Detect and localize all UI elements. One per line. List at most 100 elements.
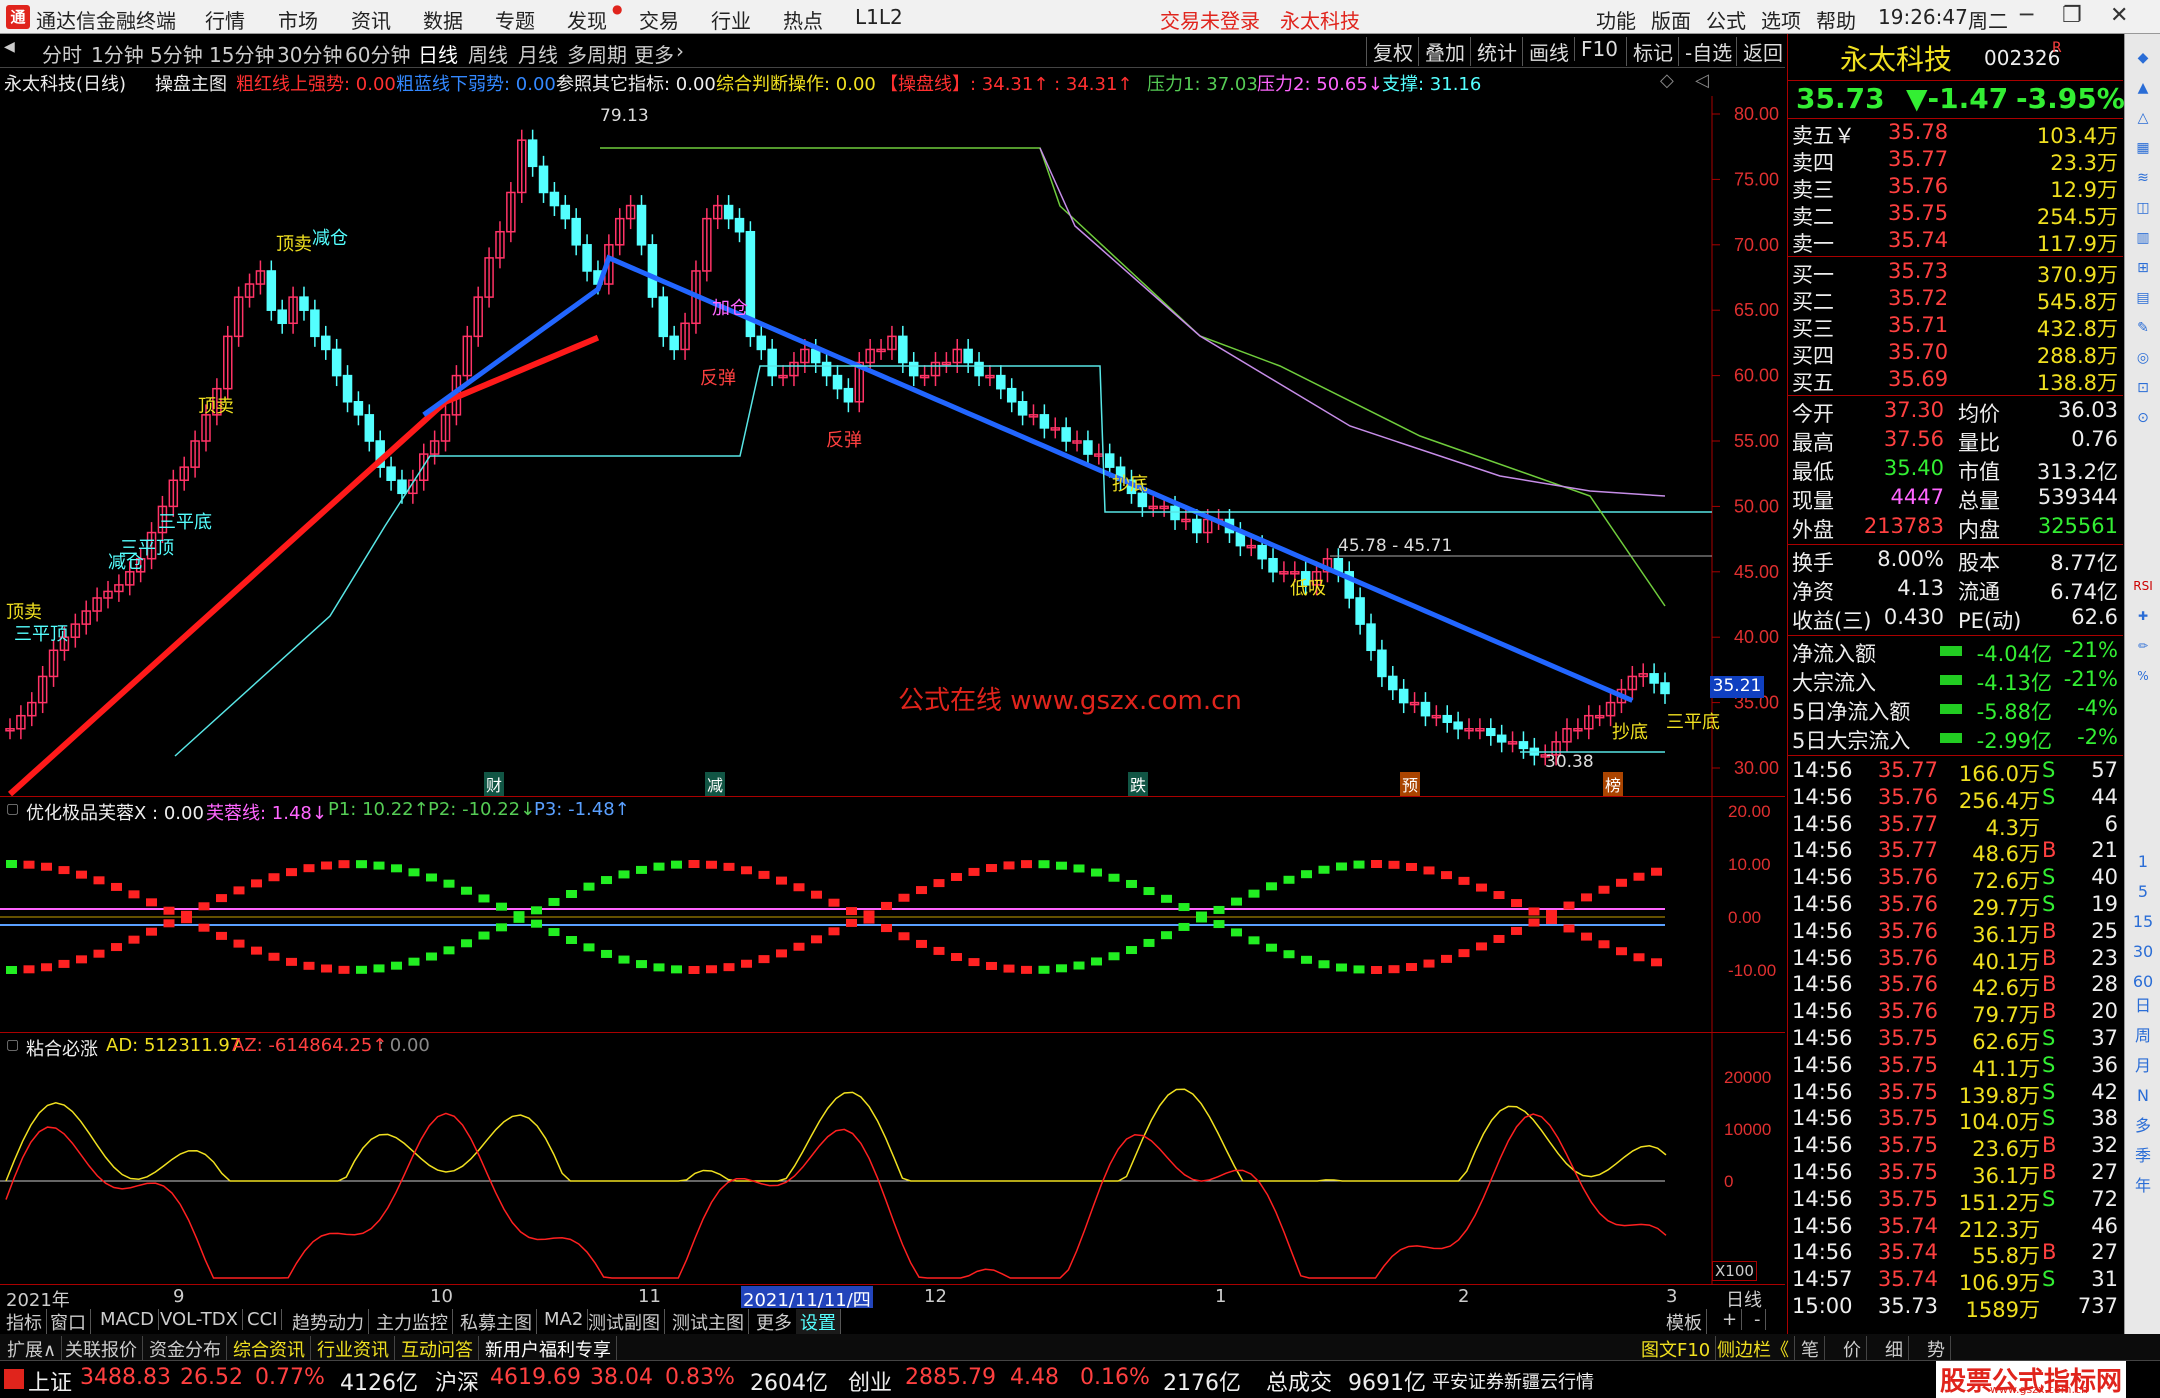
ext-capital[interactable]: 资金分布 (144, 1336, 227, 1362)
side-period-btn[interactable]: 周 (2131, 1024, 2155, 1048)
btn-remove-watch[interactable]: -自选 (1678, 37, 1732, 66)
nianhe-indicator-pane[interactable]: 20000 10000 0 粘合必涨 AD: 512311.97 AZ: -6148… (0, 1032, 1785, 1285)
tab-test-sub[interactable]: 测试副图 (584, 1309, 665, 1335)
menu-discover[interactable]: 发现 (567, 5, 607, 34)
event-marker-jian[interactable]: 减 (705, 772, 726, 796)
tab-more[interactable]: 更多 (752, 1309, 797, 1335)
menu-function[interactable]: 功能 (1596, 5, 1636, 34)
ind2-name[interactable]: 粘合必涨 (26, 1035, 98, 1061)
event-marker-die[interactable]: 跌 (1128, 772, 1149, 796)
tab-period-day[interactable]: 日线 (418, 39, 458, 68)
side-period-num[interactable]: 60 (2131, 970, 2155, 994)
tab-period-60min[interactable]: 60分钟 (345, 39, 410, 68)
ext-xi[interactable]: 细 (1880, 1336, 1909, 1362)
ext-bi[interactable]: 笔 (1796, 1336, 1825, 1362)
tab-ma2[interactable]: MA2 (540, 1309, 589, 1330)
side-tool-icon[interactable]: ◫ (2131, 196, 2155, 220)
tab-window[interactable]: 窗口 (46, 1309, 91, 1335)
btn-draw[interactable]: 画线 (1522, 37, 1569, 66)
tab-period-30min[interactable]: 30分钟 (277, 39, 342, 68)
menu-l1l2[interactable]: L1L2 (855, 5, 903, 29)
side-period-btn[interactable]: 季 (2131, 1144, 2155, 1168)
menu-options[interactable]: 选项 (1761, 5, 1801, 34)
menu-layout[interactable]: 版面 (1651, 5, 1691, 34)
idx-cy-name[interactable]: 创业 (848, 1365, 892, 1397)
tab-period-1min[interactable]: 1分钟 (91, 39, 144, 68)
tab-settings[interactable]: 设置 (796, 1309, 841, 1335)
menu-hot[interactable]: 热点 (783, 5, 823, 34)
ext-news[interactable]: 综合资讯 (228, 1336, 311, 1362)
panel-toggle-icon[interactable]: ◀ (4, 39, 15, 55)
side-tool-icon[interactable]: ✎ (2131, 316, 2155, 340)
side-period-btn[interactable]: 年 (2131, 1174, 2155, 1198)
ext-related[interactable]: 关联报价 (60, 1336, 143, 1362)
tab-test-main[interactable]: 测试主图 (668, 1309, 749, 1335)
btn-overlay[interactable]: 叠加 (1418, 37, 1465, 66)
side-tool-icon[interactable]: ⊡ (2131, 376, 2155, 400)
tab-macd[interactable]: MACD (96, 1309, 159, 1330)
side-period-num[interactable]: 1 (2131, 850, 2155, 874)
main-chart-formula[interactable]: 操盘主图 (155, 70, 227, 96)
tab-period-month[interactable]: 月线 (518, 39, 558, 68)
event-marker-cai[interactable]: 财 (484, 772, 505, 796)
btn-fuquan[interactable]: 复权 (1366, 37, 1413, 66)
diamond-icon[interactable]: ◇ (1660, 70, 1674, 91)
tab-vol-tdx[interactable]: VOL-TDX (156, 1309, 243, 1330)
btn-f10[interactable]: F10 (1574, 37, 1618, 61)
tab-remove[interactable]: - (1750, 1309, 1766, 1330)
tab-period-multi[interactable]: 多周期 (567, 39, 627, 68)
idx-hs-name[interactable]: 沪深 (435, 1365, 479, 1397)
ext-f10[interactable]: 图文F10 (1636, 1336, 1717, 1362)
restore-icon[interactable]: ❐ (2062, 3, 2082, 28)
side-tool-icon[interactable]: ⊞ (2131, 256, 2155, 280)
side-period-num[interactable]: 15 (2131, 910, 2155, 934)
tab-period-15min[interactable]: 15分钟 (209, 39, 274, 68)
side-period-btn[interactable]: 多 (2131, 1114, 2155, 1138)
furong-indicator-pane[interactable]: 20.00 10.00 0.00 -10.00 优化极品芙蓉X : 0.00 芙蓉线:… (0, 796, 1785, 1033)
side-tool-icon[interactable]: ✚ (2131, 604, 2155, 628)
side-period-btn[interactable]: 日 (2131, 994, 2155, 1018)
ind1-name[interactable]: 优化极品芙蓉X : 0.00 (26, 799, 204, 825)
trade-login-status[interactable]: 交易未登录 (1160, 5, 1260, 34)
close-pane-icon[interactable]: ▢ (6, 801, 19, 817)
tab-trend[interactable]: 趋势动力 (288, 1309, 369, 1335)
menu-quote[interactable]: 行情 (205, 5, 245, 34)
side-tool-icon[interactable]: ▤ (2131, 286, 2155, 310)
side-tool-icon[interactable]: ▦ (2131, 136, 2155, 160)
side-tool-icon[interactable]: ⊙ (2131, 406, 2155, 430)
side-tool-icon[interactable]: △ (2131, 106, 2155, 130)
side-tool-icon[interactable]: ◆ (2131, 46, 2155, 70)
event-marker-bang[interactable]: 榜 (1603, 772, 1624, 796)
minimize-icon[interactable]: ─ (2020, 3, 2033, 28)
ext-shi[interactable]: 势 (1922, 1336, 1951, 1362)
ext-industry-news[interactable]: 行业资讯 (312, 1336, 395, 1362)
menu-trade[interactable]: 交易 (639, 5, 679, 34)
close-icon[interactable]: ✕ (2110, 3, 2128, 28)
ext-sidebar[interactable]: 侧边栏《 (1712, 1336, 1795, 1362)
ext-jia[interactable]: 价 (1838, 1336, 1867, 1362)
tab-period-more[interactable]: 更多 (634, 39, 674, 68)
btn-back[interactable]: 返回 (1736, 37, 1783, 66)
close-pane-icon[interactable]: ▢ (6, 1037, 19, 1053)
ext-qa[interactable]: 互动问答 (396, 1336, 479, 1362)
side-period-btn[interactable]: N (2131, 1084, 2155, 1108)
btn-stats[interactable]: 统计 (1470, 37, 1517, 66)
tab-add[interactable]: + (1718, 1309, 1743, 1330)
tab-cci[interactable]: CCI (243, 1309, 283, 1330)
side-tool-icon[interactable]: ✏ (2131, 634, 2155, 658)
tab-template[interactable]: 模板 (1662, 1309, 1707, 1335)
broker-server[interactable]: 平安证券新疆云行情 (1432, 1368, 1594, 1394)
side-period-btn[interactable]: 月 (2131, 1054, 2155, 1078)
side-tool-icon[interactable]: ◎ (2131, 346, 2155, 370)
menu-formula[interactable]: 公式 (1706, 5, 1746, 34)
tab-period-fenshi[interactable]: 分时 (42, 39, 82, 68)
menu-topic[interactable]: 专题 (495, 5, 535, 34)
ext-welfare[interactable]: 新用户福利专享 (480, 1336, 617, 1362)
ext-expand[interactable]: 扩展∧ (2, 1336, 63, 1362)
menu-data[interactable]: 数据 (423, 5, 463, 34)
side-period-num[interactable]: 5 (2131, 880, 2155, 904)
tab-period-week[interactable]: 周线 (468, 39, 508, 68)
main-kline-chart[interactable]: 80.00 75.00 70.00 65.00 60.00 55.00 50.00 45.00… (0, 96, 1785, 797)
tab-period-5min[interactable]: 5分钟 (150, 39, 203, 68)
tab-main-monitor[interactable]: 主力监控 (372, 1309, 453, 1335)
